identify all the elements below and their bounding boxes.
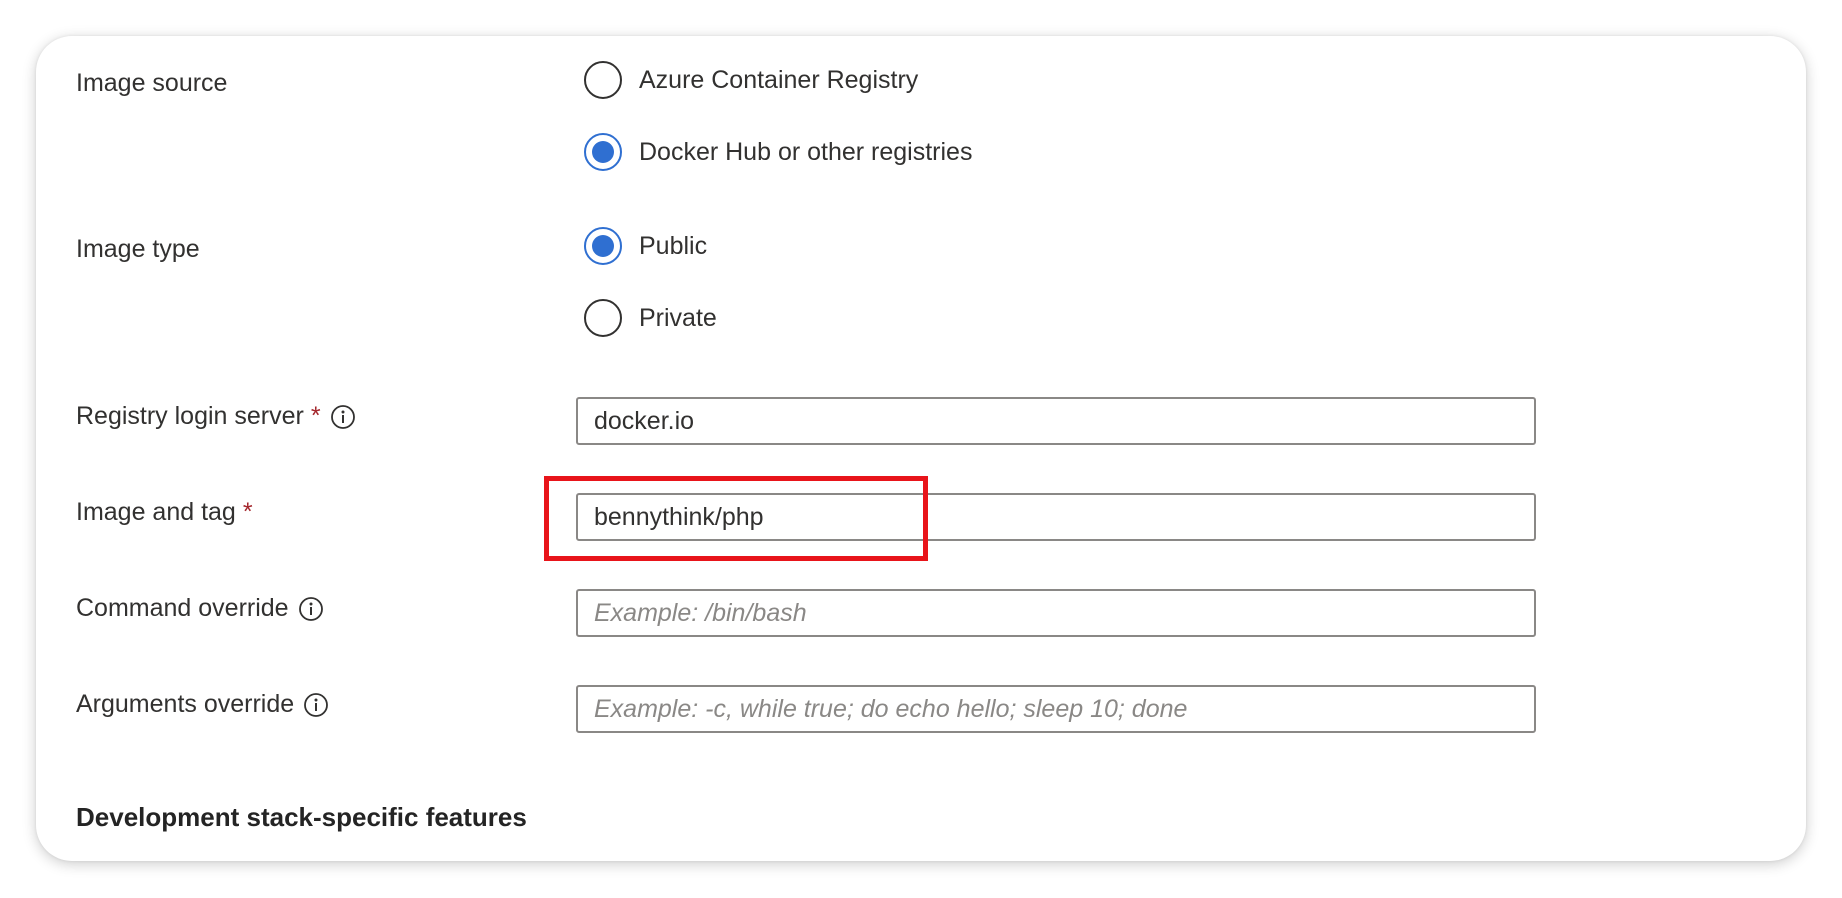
info-icon[interactable] — [298, 596, 324, 622]
info-icon[interactable] — [303, 692, 329, 718]
required-marker: * — [310, 402, 321, 430]
image-type-label: Image type — [76, 235, 200, 263]
registry-login-server-input[interactable] — [576, 397, 1536, 445]
arguments-override-input[interactable] — [576, 685, 1536, 733]
section-heading: Development stack-specific features — [76, 802, 527, 832]
command-override-input[interactable] — [576, 589, 1536, 637]
info-icon[interactable] — [330, 404, 356, 430]
radio-checked-icon — [584, 133, 622, 171]
radio-label: Docker Hub or other registries — [639, 137, 973, 166]
registry-login-server-label: Registry login server * — [76, 402, 356, 431]
radio-private[interactable]: Private — [584, 299, 717, 337]
command-override-label: Command override — [76, 594, 324, 623]
radio-azure-container-registry[interactable]: Azure Container Registry — [584, 61, 918, 99]
arguments-override-label: Arguments override — [76, 690, 329, 719]
radio-docker-hub[interactable]: Docker Hub or other registries — [584, 133, 972, 171]
image-and-tag-label: Image and tag * — [76, 498, 253, 526]
radio-label: Private — [639, 303, 717, 332]
image-and-tag-input[interactable] — [576, 493, 1536, 541]
radio-unchecked-icon — [584, 299, 622, 337]
radio-public[interactable]: Public — [584, 227, 707, 265]
required-marker: * — [242, 498, 253, 526]
radio-label: Azure Container Registry — [639, 65, 919, 94]
radio-checked-icon — [584, 227, 622, 265]
radio-unchecked-icon — [584, 61, 622, 99]
image-source-label: Image source — [76, 69, 228, 97]
settings-card: Image source Azure Container Registry Do… — [36, 36, 1806, 861]
radio-label: Public — [639, 231, 708, 260]
